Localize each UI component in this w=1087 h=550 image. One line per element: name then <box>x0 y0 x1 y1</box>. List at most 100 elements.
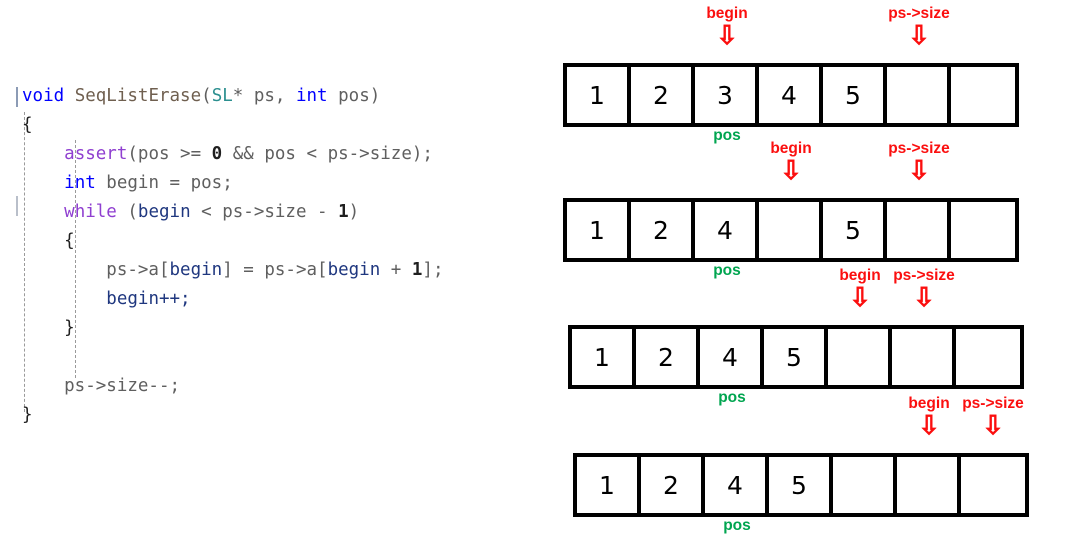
arrow-down-icon: ⇩ <box>716 19 738 50</box>
array-cell: 5 <box>823 67 887 123</box>
code-line: begin++; <box>22 285 443 314</box>
code-token: && pos < ps->size); <box>222 144 433 164</box>
code-token: int <box>295 86 328 106</box>
arrow-down-icon: ⇩ <box>982 409 1004 440</box>
code-token: assert <box>64 144 128 164</box>
code-token: int <box>64 173 96 193</box>
indent-tick-top <box>16 87 18 107</box>
array-cell-empty <box>887 67 951 123</box>
code-token: ( <box>201 86 212 106</box>
code-line: { <box>22 111 443 140</box>
code-token: 0 <box>211 144 223 164</box>
array-cells: 1245 <box>573 453 1029 517</box>
pos-label: pos <box>718 389 746 406</box>
pos-label: pos <box>713 262 741 279</box>
code-line: ps->size--; <box>22 372 443 401</box>
code-token: } <box>64 318 75 338</box>
array-cell: 5 <box>764 329 828 385</box>
code-line <box>22 343 443 372</box>
arrow-down-icon: ⇩ <box>908 154 930 185</box>
code-token: begin <box>169 260 223 280</box>
code-line: ps->a[begin] = ps->a[begin + 1]; <box>22 256 443 285</box>
array-cell: 4 <box>759 67 823 123</box>
pointer-ps-size: ps->size ⇩ <box>933 396 1053 440</box>
arrow-down-icon: ⇩ <box>908 19 930 50</box>
array-cell-empty <box>897 457 961 513</box>
pos-label: pos <box>723 517 751 534</box>
code-token: void <box>22 86 65 106</box>
array-cell-empty <box>961 457 1025 513</box>
code-token: + <box>380 260 412 280</box>
code-line: assert(pos >= 0 && pos < ps->size); <box>22 140 443 169</box>
code-token: ps->a[ <box>22 260 170 280</box>
array-cell: 2 <box>636 329 700 385</box>
array-cell: 4 <box>695 202 759 258</box>
code-token: { <box>22 115 33 135</box>
code-token: ]; <box>422 260 444 280</box>
code-token: 1 <box>338 202 349 222</box>
array-cells: 1245 <box>563 198 1019 262</box>
code-token: pos) <box>327 86 381 106</box>
code-token: SeqListErase <box>74 86 202 106</box>
array-cell: 3 <box>695 67 759 123</box>
array-diagram-panel: 1 2 3 4 5 begin ⇩ ps->size ⇩ pos 1 2 4 5 begin ⇩ ps->siz… <box>545 0 1087 550</box>
code-token: while <box>64 202 117 222</box>
code-line: int begin = pos; <box>22 169 443 198</box>
pointer-ps-size: ps->size ⇩ <box>864 268 984 312</box>
code-token: begin <box>106 289 159 309</box>
arrow-down-icon: ⇩ <box>780 154 802 185</box>
array-cell: 5 <box>823 202 887 258</box>
array-cell: 4 <box>700 329 764 385</box>
code-line: void SeqListErase(SL* ps, int pos) <box>22 82 443 111</box>
code-token: } <box>22 405 33 425</box>
code-token: ps->size--; <box>22 376 181 396</box>
array-cell-empty <box>833 457 897 513</box>
array-cells: 1245 <box>568 325 1024 389</box>
array-cell-empty <box>828 329 892 385</box>
pointer-ps-size: ps->size ⇩ <box>859 6 979 50</box>
array-cell: 1 <box>572 329 636 385</box>
array-cell: 1 <box>567 67 631 123</box>
array-cell-empty <box>956 329 1020 385</box>
arrow-down-icon: ⇩ <box>913 281 935 312</box>
code-token: ( <box>116 202 138 222</box>
code-token: ] = ps->a[ <box>222 260 328 280</box>
code-panel: void SeqListErase(SL* ps, int pos){ asse… <box>0 0 545 550</box>
code-token: * ps, <box>232 86 296 106</box>
source-code-block[interactable]: void SeqListErase(SL* ps, int pos){ asse… <box>22 82 443 430</box>
code-token: { <box>64 231 75 251</box>
code-line: } <box>22 401 443 430</box>
array-cell: 2 <box>641 457 705 513</box>
pointer-begin: begin ⇩ <box>731 141 851 185</box>
array-cell-empty <box>759 202 823 258</box>
code-line: { <box>22 227 443 256</box>
code-line: } <box>22 314 443 343</box>
code-line: while (begin < ps->size - 1) <box>22 198 443 227</box>
array-cell: 4 <box>705 457 769 513</box>
code-token: (pos >= <box>127 144 212 164</box>
code-token: ) <box>348 202 360 222</box>
array-cells: 12345 <box>563 63 1019 127</box>
indent-tick-mid <box>16 196 18 216</box>
array-cell: 2 <box>631 67 695 123</box>
array-cell-empty <box>951 202 1015 258</box>
pointer-begin: begin ⇩ <box>667 6 787 50</box>
code-token: begin <box>327 260 381 280</box>
code-token: SL <box>211 86 233 106</box>
code-token: ++; <box>158 289 191 309</box>
array-cell: 1 <box>567 202 631 258</box>
pointer-ps-size: ps->size ⇩ <box>859 141 979 185</box>
code-token: begin <box>137 202 191 222</box>
array-cell-empty <box>951 67 1015 123</box>
code-token: < ps->size - <box>190 202 339 222</box>
array-cell-empty <box>887 202 951 258</box>
array-cell-empty <box>892 329 956 385</box>
